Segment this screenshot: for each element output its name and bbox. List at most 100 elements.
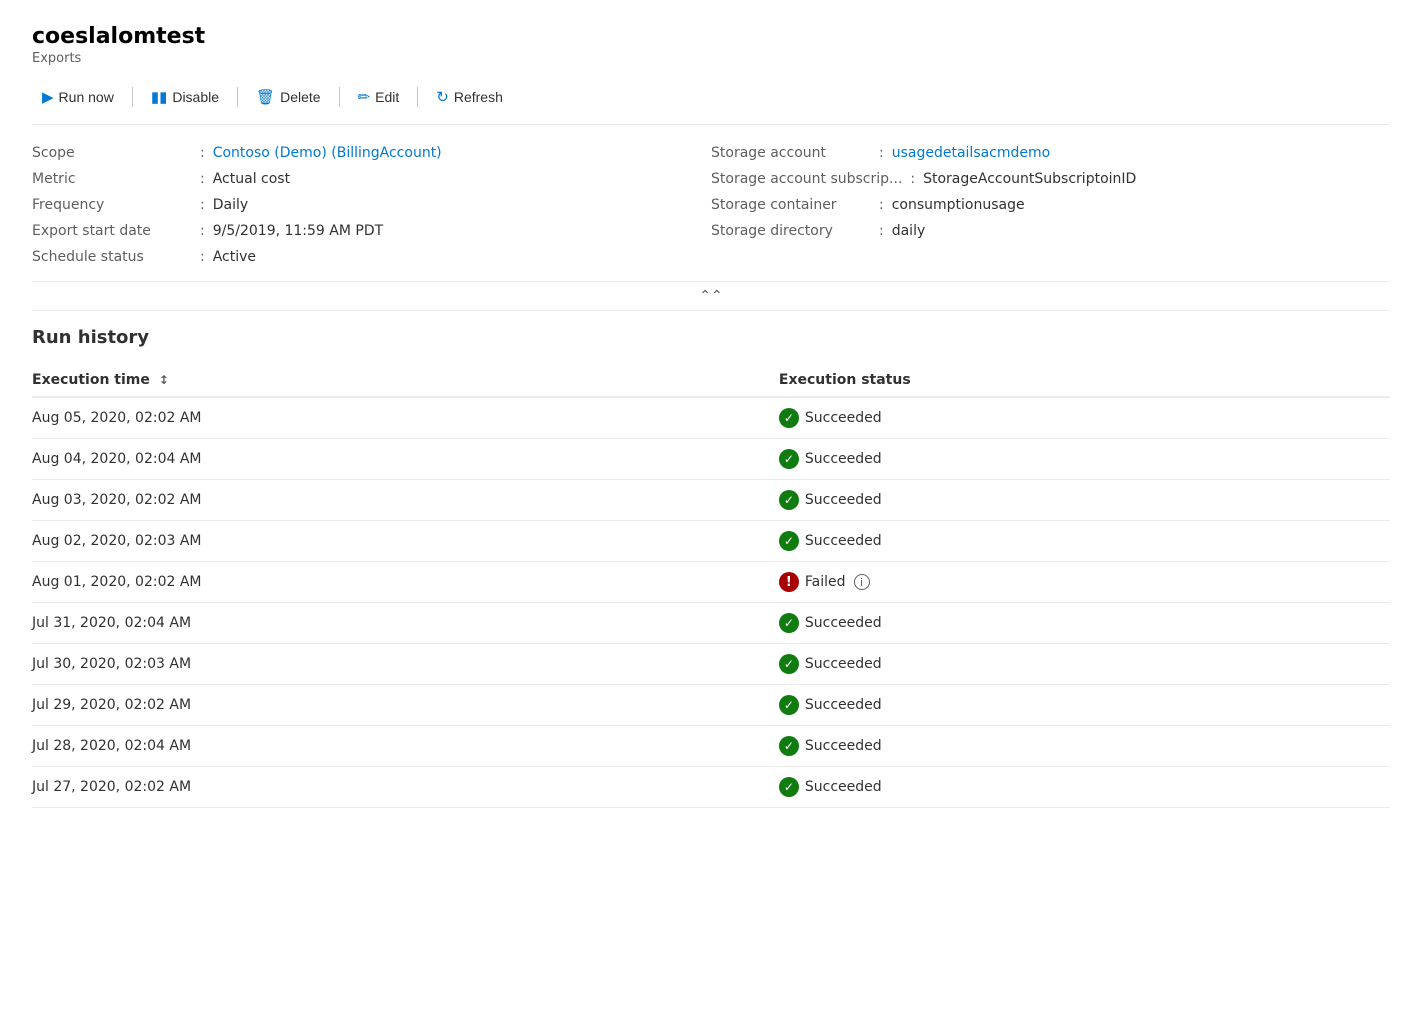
execution-status-cell: ✓ Succeeded	[779, 644, 1390, 685]
breadcrumb: Exports	[32, 51, 1390, 66]
execution-time-cell: Aug 02, 2020, 02:03 AM	[32, 521, 779, 562]
execution-time-cell: Aug 03, 2020, 02:02 AM	[32, 480, 779, 521]
refresh-button[interactable]: ↻ Refresh	[426, 82, 513, 112]
execution-status-cell: ✓Succeeded	[779, 439, 1390, 480]
execution-time-cell: Aug 05, 2020, 02:02 AM	[32, 397, 779, 439]
execution-time-cell: Aug 01, 2020, 02:02 AM	[32, 562, 779, 603]
detail-value[interactable]: Contoso (Demo) (BillingAccount)	[213, 145, 442, 161]
detail-value: daily	[892, 223, 926, 239]
detail-row: Export start date:9/5/2019, 11:59 AM PDT	[32, 223, 711, 239]
detail-row: Metric: Actual cost	[32, 171, 711, 187]
execution-status-cell: ✓Succeeded	[779, 767, 1390, 808]
delete-icon: 🗑	[256, 88, 275, 106]
detail-label: Storage directory	[711, 223, 871, 239]
execution-status-cell: ✓Succeeded	[779, 726, 1390, 767]
refresh-icon: ↻	[436, 88, 449, 106]
sort-icon: ↕	[159, 373, 169, 387]
success-icon: ✓	[779, 613, 799, 633]
status-text: Failed	[805, 574, 846, 590]
edit-icon: ✏	[358, 88, 371, 106]
detail-separator: :	[200, 249, 205, 265]
detail-row: Schedule status:Active	[32, 249, 711, 265]
table-row: Jul 31, 2020, 02:04 AM✓ Succeeded	[32, 603, 1390, 644]
detail-separator: :	[200, 171, 205, 187]
run-now-icon: ▶	[42, 88, 54, 106]
success-icon: ✓	[779, 654, 799, 674]
toolbar-separator-3	[339, 87, 340, 107]
detail-value[interactable]: usagedetailsacmdemo	[892, 145, 1051, 161]
execution-time-cell: Jul 31, 2020, 02:04 AM	[32, 603, 779, 644]
detail-value: StorageAccountSubscriptoinID	[923, 171, 1136, 187]
run-history-title: Run history	[32, 327, 1390, 348]
detail-label: Storage container	[711, 197, 871, 213]
table-row: Jul 30, 2020, 02:03 AM✓Succeeded	[32, 644, 1390, 685]
execution-status-cell: ✓ Succeeded	[779, 521, 1390, 562]
status-text: Succeeded	[805, 779, 882, 795]
detail-separator: :	[200, 223, 205, 239]
detail-separator: :	[200, 145, 205, 161]
table-row: Aug 04, 2020, 02:04 AM✓Succeeded	[32, 439, 1390, 480]
execution-status-cell: ✓ Succeeded	[779, 480, 1390, 521]
run-history-section: Run history Execution time ↕ Execution s…	[32, 327, 1390, 808]
detail-value: Actual cost	[213, 171, 290, 187]
info-icon[interactable]: i	[854, 574, 870, 590]
table-row: Aug 03, 2020, 02:02 AM✓ Succeeded	[32, 480, 1390, 521]
toolbar: ▶ Run now ▮▮ Disable 🗑 Delete ✏ Edit ↻ R…	[32, 82, 1390, 125]
disable-icon: ▮▮	[151, 88, 168, 106]
table-row: Jul 27, 2020, 02:02 AM✓Succeeded	[32, 767, 1390, 808]
detail-separator: :	[200, 197, 205, 213]
col-header-execution-status: Execution status	[779, 364, 1390, 397]
edit-button[interactable]: ✏ Edit	[348, 82, 410, 112]
details-left-col: Scope: Contoso (Demo) (BillingAccount) Met…	[32, 145, 711, 265]
status-text: Succeeded	[805, 615, 882, 631]
status-text: Succeeded	[805, 533, 882, 549]
success-icon: ✓	[779, 531, 799, 551]
detail-row: Storage directory: daily	[711, 223, 1390, 239]
success-icon: ✓	[779, 695, 799, 715]
status-text: Succeeded	[805, 697, 882, 713]
details-section: Scope: Contoso (Demo) (BillingAccount) Met…	[32, 145, 1390, 265]
execution-time-cell: Aug 04, 2020, 02:04 AM	[32, 439, 779, 480]
collapse-button[interactable]: ⌃⌃	[32, 281, 1390, 311]
disable-button[interactable]: ▮▮ Disable	[141, 82, 229, 112]
execution-status-cell: ✓ Succeeded	[779, 603, 1390, 644]
col-header-execution-time[interactable]: Execution time ↕	[32, 364, 779, 397]
success-icon: ✓	[779, 449, 799, 469]
detail-value: consumptionusage	[892, 197, 1025, 213]
table-row: Jul 29, 2020, 02:02 AM✓ Succeeded	[32, 685, 1390, 726]
page-title: coeslalomtest	[32, 24, 1390, 49]
status-text: Succeeded	[805, 410, 882, 426]
status-text: Succeeded	[805, 492, 882, 508]
success-icon: ✓	[779, 408, 799, 428]
detail-row: Frequency:Daily	[32, 197, 711, 213]
detail-row: Storage container: consumptionusage	[711, 197, 1390, 213]
execution-time-cell: Jul 29, 2020, 02:02 AM	[32, 685, 779, 726]
detail-row: Storage account:usagedetailsacmdemo	[711, 145, 1390, 161]
detail-separator: :	[879, 223, 884, 239]
success-icon: ✓	[779, 736, 799, 756]
toolbar-separator-4	[417, 87, 418, 107]
collapse-icon: ⌃⌃	[699, 288, 722, 304]
table-row: Aug 01, 2020, 02:02 AM! Failedi	[32, 562, 1390, 603]
detail-separator: :	[879, 197, 884, 213]
status-text: Succeeded	[805, 656, 882, 672]
execution-status-cell: ! Failedi	[779, 562, 1390, 603]
detail-label: Metric	[32, 171, 192, 187]
delete-button[interactable]: 🗑 Delete	[246, 82, 331, 112]
details-right-col: Storage account:usagedetailsacmdemoStora…	[711, 145, 1390, 265]
run-now-button[interactable]: ▶ Run now	[32, 82, 124, 112]
detail-label: Storage account subscrip...	[711, 171, 902, 187]
table-row: Jul 28, 2020, 02:04 AM✓Succeeded	[32, 726, 1390, 767]
execution-status-cell: ✓ Succeeded	[779, 397, 1390, 439]
detail-separator: :	[879, 145, 884, 161]
execution-status-cell: ✓ Succeeded	[779, 685, 1390, 726]
execution-time-cell: Jul 27, 2020, 02:02 AM	[32, 767, 779, 808]
detail-value: 9/5/2019, 11:59 AM PDT	[213, 223, 383, 239]
detail-label: Schedule status	[32, 249, 192, 265]
detail-row: Scope: Contoso (Demo) (BillingAccount)	[32, 145, 711, 161]
detail-label: Frequency	[32, 197, 192, 213]
detail-label: Scope	[32, 145, 192, 161]
failed-icon: !	[779, 572, 799, 592]
detail-label: Export start date	[32, 223, 192, 239]
success-icon: ✓	[779, 490, 799, 510]
